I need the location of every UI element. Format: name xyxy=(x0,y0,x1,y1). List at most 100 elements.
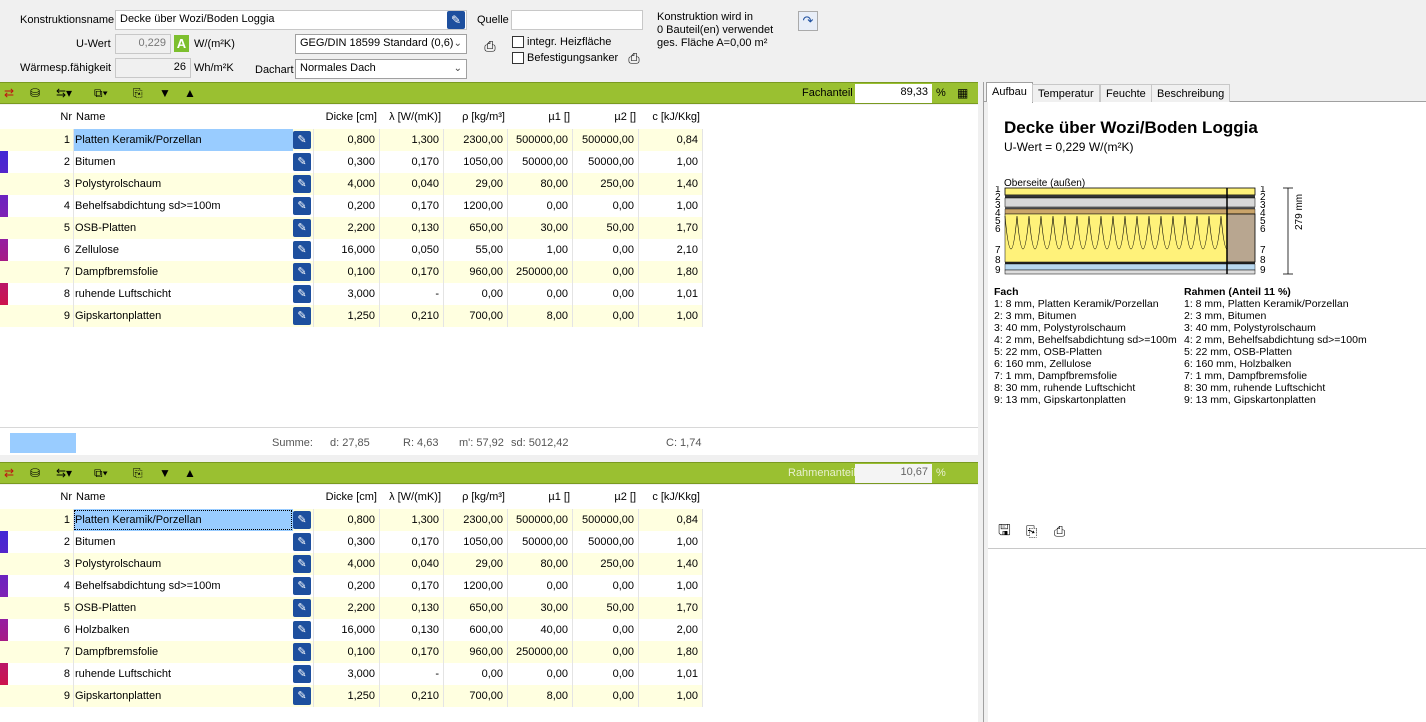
move-down-icon[interactable]: ▼ xyxy=(159,465,171,481)
move-up-icon[interactable]: ▲ xyxy=(184,85,196,101)
value-cell[interactable]: 16,000 xyxy=(313,619,379,641)
value-cell[interactable]: 2300,00 xyxy=(443,509,507,531)
value-cell[interactable]: 50000,00 xyxy=(572,151,638,173)
value-cell[interactable]: 1200,00 xyxy=(443,195,507,217)
value-cell[interactable]: 0,210 xyxy=(379,685,443,707)
value-cell[interactable]: 0,170 xyxy=(379,151,443,173)
edit-layer-icon[interactable]: ✎ xyxy=(293,307,311,325)
table-row[interactable]: 9 Gipskartonplatten 1,250 0,210 700,00 8,00 0,… xyxy=(0,685,703,707)
copy-layer-icon[interactable]: ⧉▾ xyxy=(94,85,108,101)
value-cell[interactable]: 1,01 xyxy=(638,283,702,305)
value-cell[interactable]: 8,00 xyxy=(507,305,572,327)
value-cell[interactable]: 0,170 xyxy=(379,531,443,553)
table-row[interactable]: 5 OSB-Platten 2,200 0,130 650,00 30,00 50,00 1,… xyxy=(0,597,703,619)
value-cell[interactable]: 0,130 xyxy=(379,597,443,619)
value-cell[interactable]: 29,00 xyxy=(443,553,507,575)
swap-layer-icon[interactable]: ⇆▾ xyxy=(56,85,72,101)
value-cell[interactable]: 4,000 xyxy=(313,173,379,195)
value-cell[interactable]: 0,300 xyxy=(313,151,379,173)
value-cell[interactable]: 50,00 xyxy=(572,217,638,239)
print-icon[interactable]: ⎙ xyxy=(1054,522,1072,540)
value-cell[interactable]: 50,00 xyxy=(572,597,638,619)
edit-layer-icon[interactable]: ✎ xyxy=(293,555,311,573)
value-cell[interactable]: 0,84 xyxy=(638,509,702,531)
heizflaeche-checkbox[interactable] xyxy=(512,36,524,48)
layer-name-cell[interactable]: Gipskartonplatten xyxy=(73,685,313,707)
value-cell[interactable]: 0,00 xyxy=(572,305,638,327)
value-cell[interactable]: 1,00 xyxy=(507,239,572,261)
value-cell[interactable]: 0,050 xyxy=(379,239,443,261)
add-layer-icon[interactable]: ⇄ xyxy=(4,465,14,481)
tab-temperatur[interactable]: Temperatur xyxy=(1032,84,1100,102)
column-header[interactable]: ρ [kg/m³] xyxy=(443,107,507,127)
edit-layer-icon[interactable]: ✎ xyxy=(293,241,311,259)
move-up-icon[interactable]: ▲ xyxy=(184,465,196,481)
layer-name-cell[interactable]: Dampfbremsfolie xyxy=(73,261,313,283)
column-header[interactable]: ρ [kg/m³] xyxy=(443,487,507,507)
edit-layer-icon[interactable]: ✎ xyxy=(293,665,311,683)
value-cell[interactable]: 2300,00 xyxy=(443,129,507,151)
anker-icon[interactable]: ⎙ xyxy=(625,49,643,67)
value-cell[interactable]: 1,00 xyxy=(638,575,702,597)
layer-name-cell[interactable]: Zellulose xyxy=(73,239,313,261)
value-cell[interactable]: 0,00 xyxy=(572,261,638,283)
konstruktionsname-input[interactable]: Decke über Wozi/Boden Loggia xyxy=(115,10,467,30)
layer-name-cell[interactable]: Bitumen xyxy=(73,531,313,553)
layer-name-cell[interactable]: Behelfsabdichtung sd>=100m xyxy=(73,195,313,217)
table-row[interactable]: 6 Zellulose 16,000 0,050 55,00 1,00 0,00 2,10 ✎ xyxy=(0,239,703,261)
database-icon[interactable]: ⛁ xyxy=(30,85,40,101)
table-row[interactable]: 8 ruhende Luftschicht 3,000-0,00 0,00 0,00 1,… xyxy=(0,283,703,305)
value-cell[interactable]: 0,170 xyxy=(379,261,443,283)
value-cell[interactable]: 0,84 xyxy=(638,129,702,151)
column-header[interactable]: λ [W/(mK)] xyxy=(379,487,443,507)
value-cell[interactable]: - xyxy=(379,663,443,685)
value-cell[interactable]: 0,300 xyxy=(313,531,379,553)
copy-document-icon[interactable]: ⎘ xyxy=(1026,522,1044,540)
value-cell[interactable]: 1200,00 xyxy=(443,575,507,597)
value-cell[interactable]: 80,00 xyxy=(507,173,572,195)
value-cell[interactable]: 1,80 xyxy=(638,261,702,283)
layer-name-cell[interactable]: OSB-Platten xyxy=(73,217,313,239)
value-cell[interactable]: 1,250 xyxy=(313,305,379,327)
column-header[interactable]: Nr xyxy=(10,487,74,507)
value-cell[interactable]: 1050,00 xyxy=(443,151,507,173)
column-header[interactable]: µ1 [] xyxy=(507,107,572,127)
edit-layer-icon[interactable]: ✎ xyxy=(293,643,311,661)
value-cell[interactable]: 500000,00 xyxy=(507,129,572,151)
tab-beschreibung[interactable]: Beschreibung xyxy=(1151,84,1231,102)
edit-layer-icon[interactable]: ✎ xyxy=(293,533,311,551)
layer-name-cell[interactable]: Polystyrolschaum xyxy=(73,553,313,575)
value-cell[interactable]: 55,00 xyxy=(443,239,507,261)
value-cell[interactable]: 0,210 xyxy=(379,305,443,327)
standard-select[interactable]: GEG/DIN 18599 Standard (0,6) ⌄ xyxy=(295,34,467,54)
layer-name-cell[interactable]: Holzbalken xyxy=(73,619,313,641)
value-cell[interactable]: 250000,00 xyxy=(507,641,572,663)
value-cell[interactable]: - xyxy=(379,283,443,305)
dachart-select[interactable]: Normales Dach ⌄ xyxy=(295,59,467,79)
value-cell[interactable]: 8,00 xyxy=(507,685,572,707)
value-cell[interactable]: 500000,00 xyxy=(572,129,638,151)
value-cell[interactable]: 700,00 xyxy=(443,685,507,707)
value-cell[interactable]: 0,170 xyxy=(379,195,443,217)
value-cell[interactable]: 0,00 xyxy=(507,283,572,305)
table-row[interactable]: 1 Platten Keramik/Porzellan 0,800 1,300 2300… xyxy=(0,509,703,531)
value-cell[interactable]: 650,00 xyxy=(443,217,507,239)
value-cell[interactable]: 1,00 xyxy=(638,151,702,173)
table-row[interactable]: 1 Platten Keramik/Porzellan 0,800 1,300 2300… xyxy=(0,129,703,151)
value-cell[interactable]: 1,01 xyxy=(638,663,702,685)
value-cell[interactable]: 0,100 xyxy=(313,261,379,283)
value-cell[interactable]: 2,10 xyxy=(638,239,702,261)
value-cell[interactable]: 960,00 xyxy=(443,261,507,283)
value-cell[interactable]: 250,00 xyxy=(572,173,638,195)
value-cell[interactable]: 0,00 xyxy=(572,283,638,305)
value-cell[interactable]: 650,00 xyxy=(443,597,507,619)
edit-layer-icon[interactable]: ✎ xyxy=(293,175,311,193)
value-cell[interactable]: 0,00 xyxy=(443,283,507,305)
value-cell[interactable]: 0,200 xyxy=(313,575,379,597)
value-cell[interactable]: 30,00 xyxy=(507,597,572,619)
value-cell[interactable]: 0,170 xyxy=(379,641,443,663)
value-cell[interactable]: 0,800 xyxy=(313,129,379,151)
column-header[interactable]: λ [W/(mK)] xyxy=(379,107,443,127)
column-header[interactable]: Dicke [cm] xyxy=(313,107,379,127)
value-cell[interactable]: 1,300 xyxy=(379,509,443,531)
